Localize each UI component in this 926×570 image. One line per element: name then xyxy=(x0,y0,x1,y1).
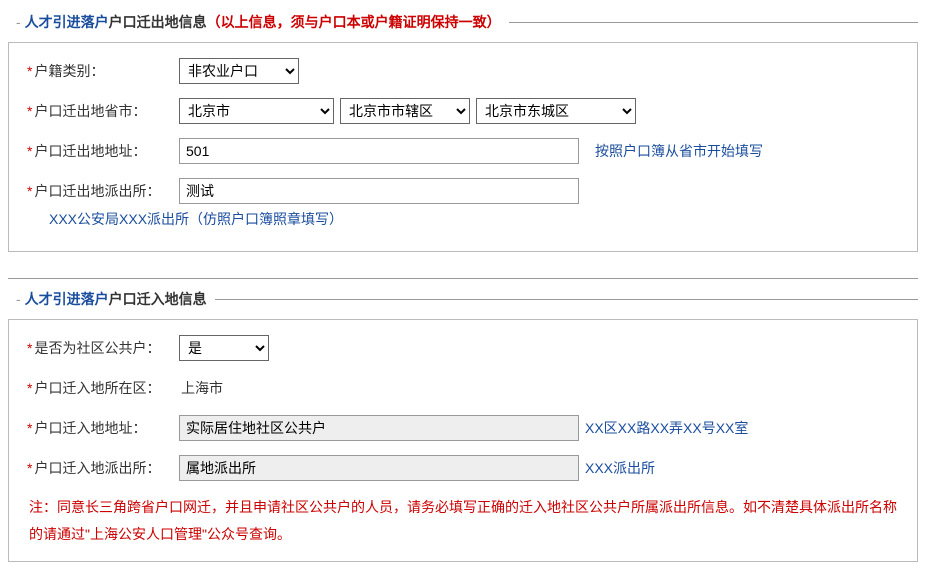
required-star-icon: * xyxy=(27,103,32,119)
select-out-city[interactable]: 北京市市辖区 xyxy=(340,98,470,124)
section1-header: - 人才引进落户 户口迁出地信息 （以上信息，须与户口本或户籍证明保持一致） xyxy=(8,12,918,32)
label-out-province-text: 户口迁出地省市： xyxy=(34,103,146,119)
label-is-community: *是否为社区公共户： xyxy=(19,338,179,358)
row-out-address: *户口迁出地地址： 按照户口簿从省市开始填写 xyxy=(19,137,907,165)
hint-out-address: 按照户口簿从省市开始填写 xyxy=(595,141,763,161)
label-in-area-text: 户口迁入地所在区： xyxy=(34,380,160,396)
section1-note: （以上信息，须与户口本或户籍证明保持一致） xyxy=(207,12,501,32)
section1-title: 人才引进落户 xyxy=(25,12,109,32)
section1-subtitle: 户口迁出地信息 xyxy=(109,12,207,32)
hint-out-police: XXX公安局XXX派出所（仿照户口簿照章填写） xyxy=(49,209,907,229)
dash-icon: - xyxy=(16,291,21,307)
row-out-province: *户口迁出地省市： 北京市 北京市市辖区 北京市东城区 xyxy=(19,97,907,125)
value-in-area: 上海市 xyxy=(179,378,223,398)
warning-note: 注：同意长三角跨省户口网迁，并且申请社区公共户的人员，请务必填写正确的迁入地社区… xyxy=(19,494,907,547)
select-hukou-type[interactable]: 非农业户口 xyxy=(179,58,299,84)
divider-line xyxy=(8,278,918,279)
row-in-area: *户口迁入地所在区： 上海市 xyxy=(19,374,907,402)
required-star-icon: * xyxy=(27,460,32,476)
select-is-community[interactable]: 是 xyxy=(179,335,269,361)
label-in-area: *户口迁入地所在区： xyxy=(19,378,179,398)
section2-header: - 人才引进落户 户口迁入地信息 xyxy=(8,289,918,309)
input-in-police[interactable] xyxy=(179,455,579,481)
hint-in-address: XX区XX路XX弄XX号XX室 xyxy=(585,418,748,438)
required-star-icon: * xyxy=(27,420,32,436)
row-in-police: *户口迁入地派出所： XXX派出所 xyxy=(19,454,907,482)
select-out-district[interactable]: 北京市东城区 xyxy=(476,98,636,124)
row-is-community: *是否为社区公共户： 是 xyxy=(19,334,907,362)
label-in-address: *户口迁入地地址： xyxy=(19,418,179,438)
label-in-police: *户口迁入地派出所： xyxy=(19,458,179,478)
label-hukou-type: *户籍类别： xyxy=(19,61,179,81)
label-out-police: *户口迁出地派出所： xyxy=(19,181,179,201)
required-star-icon: * xyxy=(27,380,32,396)
label-in-police-text: 户口迁入地派出所： xyxy=(34,460,160,476)
label-is-community-text: 是否为社区公共户： xyxy=(34,340,160,356)
label-out-address-text: 户口迁出地地址： xyxy=(34,143,146,159)
label-out-province: *户口迁出地省市： xyxy=(19,101,179,121)
section2-title: 人才引进落户 xyxy=(25,289,109,309)
hint-in-police: XXX派出所 xyxy=(585,458,655,478)
section2-subtitle: 户口迁入地信息 xyxy=(109,289,207,309)
row-out-police: *户口迁出地派出所： xyxy=(19,177,907,205)
divider-line xyxy=(509,22,918,23)
required-star-icon: * xyxy=(27,143,32,159)
required-star-icon: * xyxy=(27,340,32,356)
input-out-police[interactable] xyxy=(179,178,579,204)
label-in-address-text: 户口迁入地地址： xyxy=(34,420,146,436)
input-out-address[interactable] xyxy=(179,138,579,164)
required-star-icon: * xyxy=(27,183,32,199)
dash-icon: - xyxy=(16,14,21,30)
label-out-police-text: 户口迁出地派出所： xyxy=(34,183,160,199)
divider-line xyxy=(215,299,918,300)
input-in-address[interactable] xyxy=(179,415,579,441)
row-in-address: *户口迁入地地址： XX区XX路XX弄XX号XX室 xyxy=(19,414,907,442)
required-star-icon: * xyxy=(27,63,32,79)
label-hukou-type-text: 户籍类别： xyxy=(34,63,104,79)
select-out-province[interactable]: 北京市 xyxy=(179,98,334,124)
section1-form: *户籍类别： 非农业户口 *户口迁出地省市： 北京市 北京市市辖区 北京市东城区… xyxy=(8,42,918,252)
label-out-address: *户口迁出地地址： xyxy=(19,141,179,161)
row-hukou-type: *户籍类别： 非农业户口 xyxy=(19,57,907,85)
